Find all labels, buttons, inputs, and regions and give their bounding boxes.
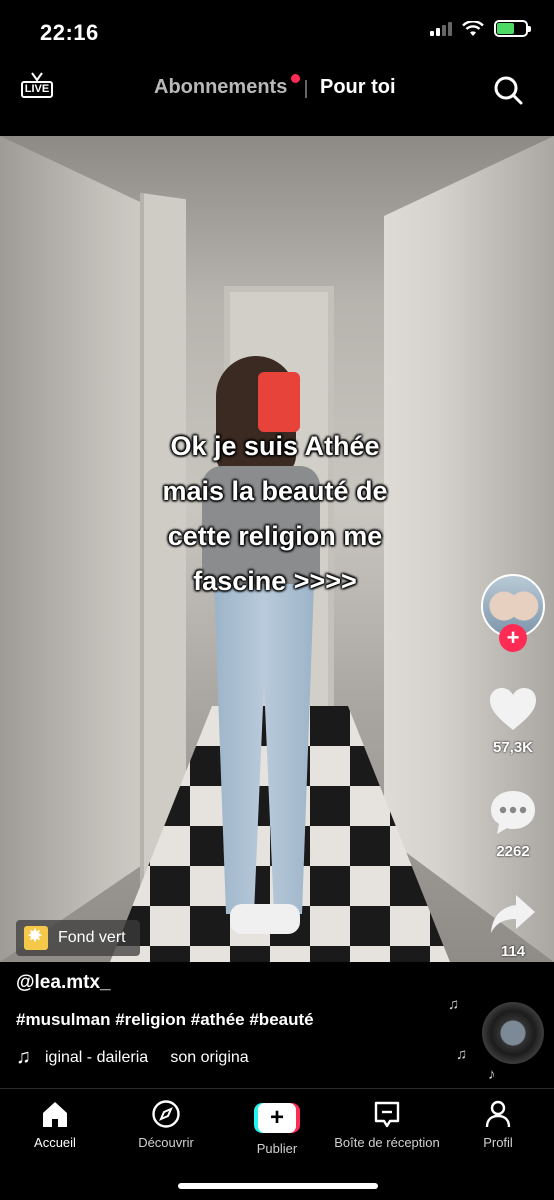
tab-divider — [305, 80, 307, 98]
share-button[interactable]: 114 — [478, 892, 548, 960]
follow-button[interactable]: + — [499, 624, 527, 652]
caption-line: Ok je suis Athée — [170, 431, 380, 461]
nav-profile[interactable]: Profil — [438, 1099, 554, 1150]
inbox-icon — [374, 1101, 400, 1128]
post-hashtags[interactable]: #musulman #religion #athée #beauté — [16, 1010, 314, 1030]
caption-line: fascine >>>> — [193, 566, 357, 596]
music-note-icon: ♫ — [456, 1046, 468, 1063]
nav-discover-label: Découvrir — [138, 1135, 194, 1150]
like-count: 57,3K — [492, 739, 534, 756]
live-label: LIVE — [21, 81, 53, 98]
home-indicator[interactable] — [178, 1183, 378, 1189]
sound-disc[interactable] — [482, 1002, 544, 1064]
profile-icon — [485, 1100, 511, 1128]
sound-name: iginal - daileria son origina — [45, 1048, 249, 1066]
status-time: 22:16 — [40, 20, 99, 45]
notification-dot — [291, 74, 300, 83]
creator-username[interactable]: @lea.mtx_ — [16, 972, 111, 994]
top-nav: LIVE Abonnements Pour toi — [0, 62, 554, 136]
like-button[interactable]: 57,3K — [478, 686, 548, 756]
caption-line: cette religion me — [167, 521, 383, 551]
effect-label: Fond vert — [58, 929, 126, 946]
nav-home-label: Accueil — [34, 1135, 76, 1150]
status-icons — [430, 20, 531, 37]
comment-icon — [491, 791, 535, 834]
search-icon[interactable] — [492, 74, 524, 106]
music-note-icon: ♫ — [448, 996, 460, 1013]
phone-in-hand — [258, 372, 300, 432]
status-bar: 22:16 — [0, 0, 554, 62]
tab-following[interactable]: Abonnements — [154, 76, 287, 99]
battery-fill — [497, 23, 515, 34]
sound-row[interactable]: ♫ iginal - daileria son origina — [16, 1046, 315, 1069]
tab-for-you[interactable]: Pour toi — [320, 76, 396, 99]
nav-inbox[interactable]: Boîte de réception — [327, 1099, 447, 1150]
home-icon — [43, 1102, 67, 1127]
video-caption: Ok je suis Athée mais la beauté de cette… — [130, 424, 420, 604]
signal-icon — [430, 21, 452, 36]
nav-home[interactable]: Accueil — [0, 1099, 115, 1150]
nav-profile-label: Profil — [483, 1135, 513, 1150]
nav-inbox-label: Boîte de réception — [334, 1135, 440, 1150]
wifi-icon — [462, 20, 484, 36]
compass-icon — [152, 1100, 180, 1128]
nav-publish-label: Publier — [256, 1141, 298, 1156]
share-count: 114 — [500, 943, 526, 960]
caption-line: mais la beauté de — [162, 476, 388, 506]
heart-icon — [490, 688, 536, 730]
video-player[interactable]: Ok je suis Athée mais la beauté de cette… — [0, 136, 554, 962]
comment-button[interactable]: 2262 — [478, 788, 548, 860]
share-icon — [491, 895, 535, 933]
battery-icon — [494, 20, 531, 37]
nav-publish[interactable]: + Publier — [217, 1099, 337, 1156]
nav-discover[interactable]: Découvrir — [106, 1099, 226, 1150]
music-note-icon: ♪ — [488, 1066, 496, 1083]
plus-icon: + — [254, 1103, 300, 1133]
comment-count: 2262 — [496, 843, 530, 860]
green-screen-icon — [24, 925, 48, 950]
music-note-icon: ♫ — [16, 1046, 31, 1068]
effect-badge[interactable]: Fond vert — [16, 920, 140, 956]
